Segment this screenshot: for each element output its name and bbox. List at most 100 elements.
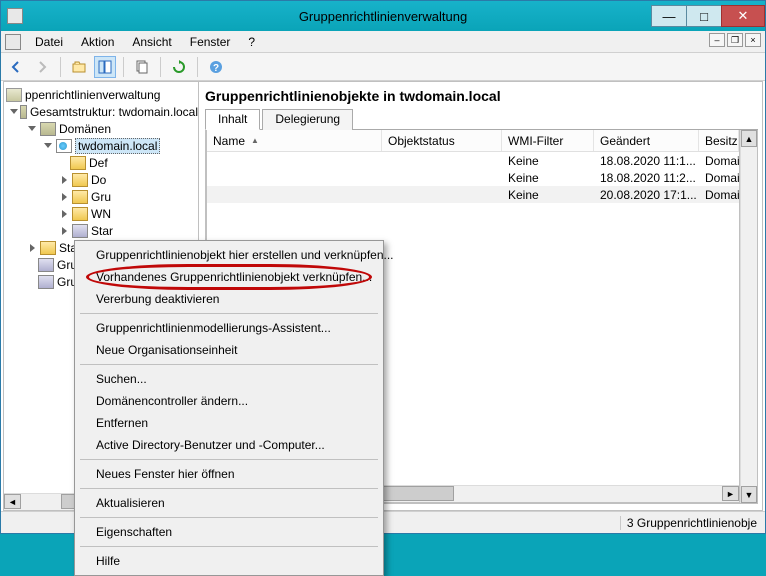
ctx-new-window[interactable]: Neues Fenster hier öffnen bbox=[78, 463, 380, 485]
menu-help[interactable]: ? bbox=[240, 33, 263, 51]
expand-icon[interactable] bbox=[26, 242, 38, 254]
toolbar: ? bbox=[1, 53, 765, 81]
forward-button[interactable] bbox=[31, 56, 53, 78]
scroll-up-arrow[interactable]: ▲ bbox=[741, 130, 757, 147]
minimize-button[interactable]: — bbox=[651, 5, 687, 27]
table-header: Name▲ Objektstatus WMI-Filter Geändert B… bbox=[207, 130, 739, 152]
tree-starter-gpos[interactable]: Star bbox=[6, 222, 198, 239]
tree-starter-label: Star bbox=[91, 224, 113, 238]
col-name[interactable]: Name▲ bbox=[207, 130, 382, 151]
up-folder-button[interactable] bbox=[68, 56, 90, 78]
menu-separator bbox=[80, 364, 378, 365]
menu-action[interactable]: Aktion bbox=[73, 33, 122, 51]
ou-icon bbox=[72, 173, 88, 187]
table-row[interactable]: Keine 18.08.2020 11:2... Domain A bbox=[207, 169, 739, 186]
ctx-remove[interactable]: Entfernen bbox=[78, 412, 380, 434]
results-icon bbox=[38, 275, 54, 289]
tree-default-policy[interactable]: Def bbox=[6, 154, 198, 171]
table-row[interactable]: Keine 18.08.2020 11:1... Domain A bbox=[207, 152, 739, 169]
expand-icon[interactable] bbox=[58, 191, 70, 203]
col-wmi[interactable]: WMI-Filter bbox=[502, 130, 594, 151]
tree-domains[interactable]: Domänen bbox=[6, 120, 198, 137]
menu-window[interactable]: Fenster bbox=[182, 33, 239, 51]
svg-text:?: ? bbox=[213, 63, 219, 74]
table-row[interactable]: Keine 20.08.2020 17:1... Domain A bbox=[207, 186, 739, 203]
scroll-right-arrow[interactable]: ► bbox=[722, 486, 739, 501]
tree-wmi-label: WN bbox=[91, 207, 111, 221]
menu-view[interactable]: Ansicht bbox=[124, 33, 179, 51]
expand-icon[interactable] bbox=[10, 106, 18, 118]
ctx-change-dc[interactable]: Domänencontroller ändern... bbox=[78, 390, 380, 412]
table-vertical-scrollbar[interactable]: ▲ ▼ bbox=[740, 130, 757, 503]
ctx-help[interactable]: Hilfe bbox=[78, 550, 380, 572]
expand-icon[interactable] bbox=[26, 123, 38, 135]
ctx-aduc[interactable]: Active Directory-Benutzer und -Computer.… bbox=[78, 434, 380, 456]
show-tree-button[interactable] bbox=[94, 56, 116, 78]
maximize-button[interactable]: □ bbox=[686, 5, 722, 27]
ctx-properties[interactable]: Eigenschaften bbox=[78, 521, 380, 543]
tree-doco-label: Do bbox=[91, 173, 106, 187]
copy-button[interactable] bbox=[131, 56, 153, 78]
context-menu: Gruppenrichtlinienobjekt hier erstellen … bbox=[74, 240, 384, 576]
ctx-new-ou[interactable]: Neue Organisationseinheit bbox=[78, 339, 380, 361]
tree-gpo-container[interactable]: Gru bbox=[6, 188, 198, 205]
col-owner[interactable]: Besitzer bbox=[699, 130, 739, 151]
content-area: ppenrichtlinienverwaltung Gesamtstruktur… bbox=[3, 81, 763, 511]
menubar: Datei Aktion Ansicht Fenster ? – ❐ × bbox=[1, 31, 765, 53]
tree-root-label: ppenrichtlinienverwaltung bbox=[25, 88, 160, 102]
tree-gpo-label: Gru bbox=[91, 190, 111, 204]
tree-dc-ou[interactable]: Do bbox=[6, 171, 198, 188]
tree-forest-label: Gesamtstruktur: twdomain.local bbox=[30, 105, 198, 119]
mdi-close-button[interactable]: × bbox=[745, 33, 761, 47]
menu-separator bbox=[80, 459, 378, 460]
mmc-icon bbox=[5, 34, 21, 50]
col-status[interactable]: Objektstatus bbox=[382, 130, 502, 151]
tab-content[interactable]: Inhalt bbox=[205, 109, 260, 130]
scroll-down-arrow[interactable]: ▼ bbox=[741, 486, 757, 503]
ctx-modeling-wizard[interactable]: Gruppenrichtlinienmodellierungs-Assisten… bbox=[78, 317, 380, 339]
menu-separator bbox=[80, 546, 378, 547]
tree-defpol-label: Def bbox=[89, 156, 108, 170]
ctx-refresh[interactable]: Aktualisieren bbox=[78, 492, 380, 514]
gpm-icon bbox=[6, 88, 22, 102]
ctx-link-existing-gpo[interactable]: Vorhandenes Gruppenrichtlinienobjekt ver… bbox=[78, 266, 380, 288]
menu-separator bbox=[80, 313, 378, 314]
sort-asc-icon: ▲ bbox=[251, 136, 259, 145]
scroll-left-arrow[interactable]: ◄ bbox=[4, 494, 21, 509]
tree-domain-node[interactable]: twdomain.local bbox=[6, 137, 198, 154]
domain-icon bbox=[56, 139, 72, 153]
tree-wmi-filters[interactable]: WN bbox=[6, 205, 198, 222]
help-button[interactable]: ? bbox=[205, 56, 227, 78]
details-title: Gruppenrichtlinienobjekte in twdomain.lo… bbox=[205, 86, 758, 108]
starter-icon bbox=[72, 224, 88, 238]
app-icon bbox=[7, 8, 23, 24]
close-button[interactable]: ✕ bbox=[721, 5, 765, 27]
menu-file[interactable]: Datei bbox=[27, 33, 71, 51]
folder-icon bbox=[72, 190, 88, 204]
statusbar-count: 3 Gruppenrichtlinienobje bbox=[620, 516, 757, 530]
tree-forest[interactable]: Gesamtstruktur: twdomain.local bbox=[6, 103, 198, 120]
expand-icon[interactable] bbox=[58, 208, 70, 220]
refresh-button[interactable] bbox=[168, 56, 190, 78]
main-window: Gruppenrichtlinienverwaltung — □ ✕ Datei… bbox=[0, 0, 766, 534]
col-date[interactable]: Geändert bbox=[594, 130, 699, 151]
ctx-create-gpo-here[interactable]: Gruppenrichtlinienobjekt hier erstellen … bbox=[78, 244, 380, 266]
mdi-restore-button[interactable]: ❐ bbox=[727, 33, 743, 47]
back-button[interactable] bbox=[5, 56, 27, 78]
expand-icon[interactable] bbox=[58, 174, 70, 186]
menu-separator bbox=[80, 488, 378, 489]
expand-icon[interactable] bbox=[42, 140, 54, 152]
folder-icon bbox=[72, 207, 88, 221]
domains-icon bbox=[40, 122, 56, 136]
tab-delegation[interactable]: Delegierung bbox=[262, 109, 353, 130]
expand-icon[interactable] bbox=[58, 225, 70, 237]
ctx-block-inheritance[interactable]: Vererbung deaktivieren bbox=[78, 288, 380, 310]
menu-separator bbox=[80, 517, 378, 518]
mdi-minimize-button[interactable]: – bbox=[709, 33, 725, 47]
modeling-icon bbox=[38, 258, 54, 272]
ctx-search[interactable]: Suchen... bbox=[78, 368, 380, 390]
tree-root[interactable]: ppenrichtlinienverwaltung bbox=[6, 86, 198, 103]
titlebar[interactable]: Gruppenrichtlinienverwaltung — □ ✕ bbox=[1, 1, 765, 31]
sites-icon bbox=[40, 241, 56, 255]
tree-domain-label: twdomain.local bbox=[75, 138, 160, 154]
